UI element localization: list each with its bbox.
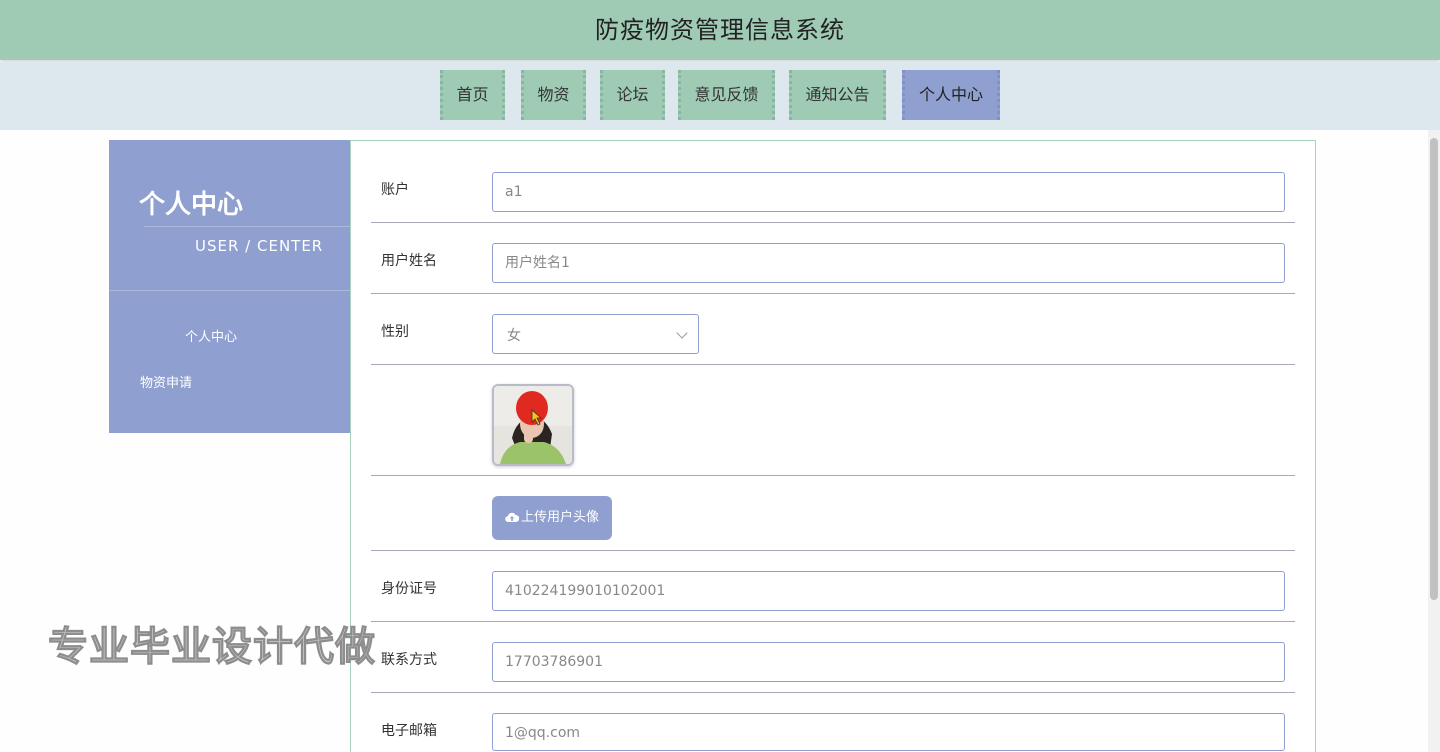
nav-home[interactable]: 首页 xyxy=(440,70,505,120)
gender-select[interactable]: 女 xyxy=(492,314,699,354)
account-label: 账户 xyxy=(381,182,409,198)
upload-button-label: 上传用户头像 xyxy=(520,510,599,525)
nav-forum[interactable]: 论坛 xyxy=(600,70,665,120)
app-title: 防疫物资管理信息系统 xyxy=(595,16,845,44)
sidebar-item-user-center[interactable]: 个人中心 xyxy=(185,326,237,345)
id-number-field[interactable]: 410224199010102001 xyxy=(492,571,1285,611)
sidebar-divider xyxy=(109,290,350,291)
sidebar-title: 个人中心 xyxy=(139,190,244,220)
main-nav: 首页 物资 论坛 意见反馈 通知公告 个人中心 xyxy=(0,62,1440,130)
avatar-photo xyxy=(494,386,572,464)
phone-field[interactable]: 17703786901 xyxy=(492,642,1285,682)
row-divider xyxy=(371,692,1295,693)
sidebar-item-supply-request[interactable]: 物资申请 xyxy=(140,372,192,391)
cloud-upload-icon xyxy=(505,512,520,523)
row-divider xyxy=(371,475,1295,476)
username-field[interactable]: 用户姓名1 xyxy=(492,243,1285,283)
row-divider xyxy=(371,222,1295,223)
username-label: 用户姓名 xyxy=(381,253,437,269)
email-field[interactable]: 1@qq.com xyxy=(492,713,1285,751)
nav-user-center[interactable]: 个人中心 xyxy=(902,70,1000,120)
avatar[interactable] xyxy=(492,384,574,466)
top-header: 防疫物资管理信息系统 xyxy=(0,0,1440,60)
chevron-down-icon xyxy=(676,327,688,339)
page-scrollbar[interactable] xyxy=(1428,130,1440,752)
upload-avatar-button[interactable]: 上传用户头像 xyxy=(492,496,612,540)
row-divider xyxy=(371,293,1295,294)
watermark-text: 专业毕业设计代做 xyxy=(48,624,376,671)
account-field[interactable]: a1 xyxy=(492,172,1285,212)
gender-select-value: 女 xyxy=(507,328,521,344)
nav-notice[interactable]: 通知公告 xyxy=(789,70,886,120)
row-divider xyxy=(371,364,1295,365)
profile-form: 账户 a1 用户姓名 用户姓名1 性别 女 上传用户头像 身份证号 410224… xyxy=(350,140,1316,752)
scrollbar-thumb[interactable] xyxy=(1430,138,1438,600)
phone-label: 联系方式 xyxy=(381,652,437,668)
sidebar: 个人中心 USER / CENTER 个人中心 物资申请 xyxy=(109,140,350,433)
row-divider xyxy=(371,550,1295,551)
gender-label: 性别 xyxy=(381,324,409,340)
nav-supplies[interactable]: 物资 xyxy=(521,70,586,120)
sidebar-subtitle: USER / CENTER xyxy=(195,237,324,255)
id-number-label: 身份证号 xyxy=(381,581,437,597)
sidebar-divider xyxy=(144,226,350,227)
nav-feedback[interactable]: 意见反馈 xyxy=(678,70,775,120)
email-label: 电子邮箱 xyxy=(381,723,437,739)
row-divider xyxy=(371,621,1295,622)
